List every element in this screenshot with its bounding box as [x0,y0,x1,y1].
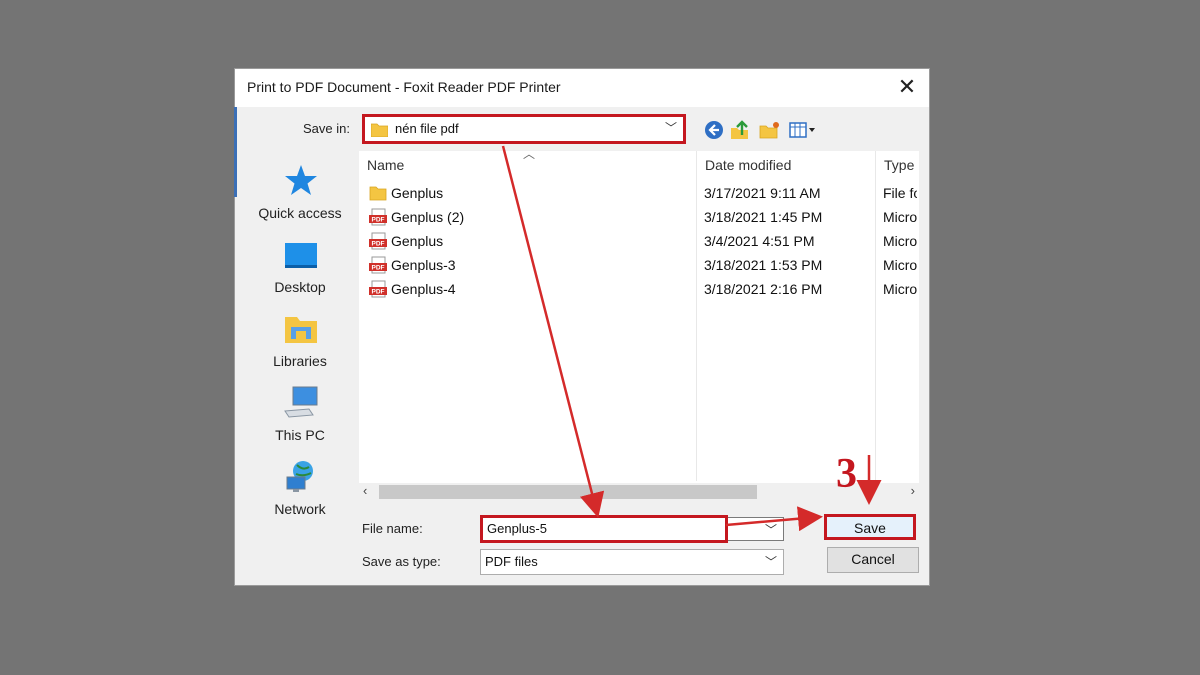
svg-text:PDF: PDF [372,265,385,272]
close-button[interactable]: ✕ [893,75,921,101]
folder-icon [371,123,388,137]
place-libraries[interactable]: Libraries [245,311,355,381]
column-name[interactable]: Name [367,157,404,173]
window-title: Print to PDF Document - Foxit Reader PDF… [247,79,561,95]
save-dialog: Print to PDF Document - Foxit Reader PDF… [234,68,930,586]
horizontal-scrollbar[interactable]: ‹ › [359,483,919,501]
column-date-modified[interactable]: Date modified [705,157,791,173]
place-quick-access[interactable]: Quick access [245,163,355,233]
step-number-annotation: 3 [836,451,857,497]
svg-text:PDF: PDF [372,217,385,224]
svg-text:PDF: PDF [372,289,385,296]
pdf-file-icon: PDF [369,208,387,226]
save-as-type-select[interactable]: PDF files ﹀ [480,549,784,575]
list-item[interactable]: Genplus 3/17/2021 9:11 AM File fo [365,181,917,205]
column-type[interactable]: Type [884,157,914,173]
save-as-type-label: Save as type: [362,554,441,569]
file-name-input[interactable]: Genplus-5 [480,515,728,543]
chevron-down-icon: ﹀ [764,555,777,569]
view-menu-icon[interactable] [788,119,818,141]
list-item[interactable]: PDF Genplus-3 3/18/2021 1:53 PM Micro [365,253,917,277]
back-icon[interactable] [703,119,725,141]
pdf-file-icon: PDF [369,256,387,274]
pdf-file-icon: PDF [369,232,387,250]
place-network[interactable]: Network [245,459,355,529]
place-desktop[interactable]: Desktop [245,237,355,307]
place-this-pc[interactable]: This PC [245,385,355,455]
folder-icon [369,186,387,201]
list-item[interactable]: PDF Genplus (2) 3/18/2021 1:45 PM Micro [365,205,917,229]
save-button[interactable]: Save [824,514,916,540]
save-in-combo[interactable]: nén file pdf ﹀ [362,114,686,144]
save-in-label: Save in: [303,121,350,136]
chevron-down-icon: ﹀ [764,523,777,537]
sort-ascending-icon: ︿ [523,147,536,161]
chevron-down-icon: ﹀ [664,121,677,135]
scrollbar-thumb[interactable] [379,485,757,499]
title-bar: Print to PDF Document - Foxit Reader PDF… [235,69,929,107]
computer-icon [284,386,318,418]
scroll-right-icon[interactable]: › [911,483,915,498]
libraries-icon [285,317,317,343]
up-folder-icon[interactable] [729,119,751,141]
file-list[interactable]: ︿ Name Date modified Type Genplus 3/17/2… [359,147,919,501]
new-folder-icon[interactable] [759,119,781,141]
window-edge-accent [234,107,237,197]
network-icon [286,461,313,492]
scroll-left-icon[interactable]: ‹ [363,483,367,498]
desktop-icon [285,243,317,268]
file-name-label: File name: [362,521,423,536]
list-item[interactable]: PDF Genplus-4 3/18/2021 2:16 PM Micro [365,277,917,301]
places-bar: Quick access Desktop Libraries This PC N… [245,153,355,523]
star-icon [285,165,317,195]
file-name-dropdown[interactable]: ﹀ [728,517,784,541]
cancel-button[interactable]: Cancel [827,547,919,573]
svg-text:PDF: PDF [372,241,385,248]
list-item[interactable]: PDF Genplus 3/4/2021 4:51 PM Micro [365,229,917,253]
pdf-file-icon: PDF [369,280,387,298]
save-in-value: nén file pdf [395,121,459,136]
